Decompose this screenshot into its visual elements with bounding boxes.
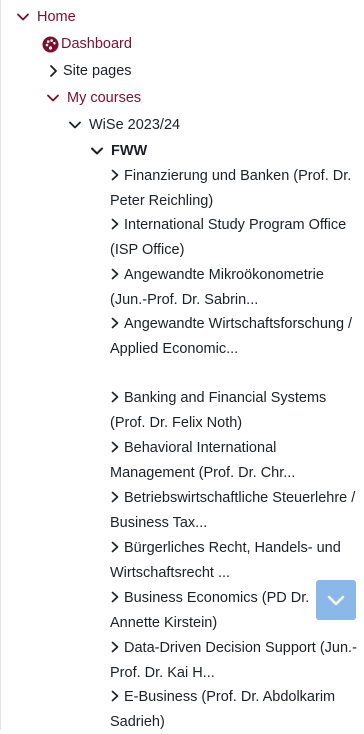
nav-site-pages[interactable]: Site pages bbox=[45, 60, 132, 82]
nav-my-courses[interactable]: My courses bbox=[45, 87, 141, 109]
chevron-right-icon bbox=[110, 317, 120, 329]
chevron-right-icon bbox=[110, 641, 120, 653]
chevron-right-icon bbox=[110, 690, 120, 702]
course-label: Data-Driven Decision Support (Jun.-Prof.… bbox=[110, 640, 357, 681]
scroll-down-icon bbox=[325, 589, 347, 611]
chevron-down-icon bbox=[67, 117, 83, 133]
nav-semester[interactable]: WiSe 2023/24 bbox=[67, 114, 180, 136]
course-item[interactable]: Finanzierung und Banken (Prof. Dr. Peter… bbox=[110, 164, 360, 213]
course-label: Angewandte Mikroökonometrie (Jun.-Prof. … bbox=[110, 267, 324, 308]
course-label: Bürgerliches Recht, Handels- und Wirtsch… bbox=[110, 540, 341, 581]
dashboard-icon bbox=[42, 36, 59, 53]
course-label: E-Business (Prof. Dr. Abdolkarim Sadrieh… bbox=[110, 689, 336, 730]
chevron-down-icon bbox=[15, 9, 31, 25]
chevron-right-icon bbox=[110, 169, 120, 181]
chevron-right-icon bbox=[110, 491, 120, 503]
nav-faculty-label: FWW bbox=[111, 143, 148, 159]
course-item[interactable]: E-Business (Prof. Dr. Abdolkarim Sadrieh… bbox=[110, 685, 360, 734]
scroll-down-button[interactable] bbox=[316, 580, 356, 620]
course-label: Business Economics (PD Dr. Annette Kirst… bbox=[110, 590, 310, 631]
course-item[interactable]: Bürgerliches Recht, Handels- und Wirtsch… bbox=[110, 536, 360, 585]
chevron-right-icon bbox=[110, 391, 120, 403]
chevron-down-icon bbox=[45, 90, 61, 106]
course-item[interactable]: Angewandte Wirtschaftsforschung / Applie… bbox=[110, 312, 360, 361]
course-item[interactable]: Behavioral International Management (Pro… bbox=[110, 436, 360, 485]
course-label: Banking and Financial Systems (Prof. Dr.… bbox=[110, 390, 327, 431]
course-label: Angewandte Wirtschaftsforschung / Applie… bbox=[110, 316, 353, 357]
nav-dashboard[interactable]: Dashboard bbox=[42, 33, 132, 55]
course-label: Betriebswirtschaftliche Steuerlehre / Bu… bbox=[110, 490, 356, 531]
course-item[interactable]: Data-Driven Decision Support (Jun.-Prof.… bbox=[110, 636, 360, 685]
course-label: International Study Program Office (ISP … bbox=[110, 217, 347, 258]
chevron-right-icon bbox=[110, 268, 120, 280]
chevron-right-icon bbox=[110, 541, 120, 553]
nav-home[interactable]: Home bbox=[15, 6, 76, 28]
chevron-right-icon bbox=[110, 591, 120, 603]
course-label: Behavioral International Management (Pro… bbox=[110, 440, 296, 481]
course-item[interactable]: Business Economics (PD Dr. Annette Kirst… bbox=[110, 586, 315, 635]
nav-home-label: Home bbox=[37, 9, 76, 25]
nav-faculty[interactable]: FWW bbox=[89, 140, 147, 162]
chevron-right-icon bbox=[110, 441, 120, 453]
nav-my-courses-label: My courses bbox=[67, 90, 142, 106]
course-item[interactable]: Angewandte Mikroökonometrie (Jun.-Prof. … bbox=[110, 263, 360, 312]
course-item[interactable]: Betriebswirtschaftliche Steuerlehre / Bu… bbox=[110, 486, 360, 535]
chevron-down-icon bbox=[89, 143, 105, 159]
course-item[interactable]: Banking and Financial Systems (Prof. Dr.… bbox=[110, 386, 360, 435]
nav-semester-label: WiSe 2023/24 bbox=[89, 117, 181, 133]
chevron-right-icon bbox=[110, 218, 120, 230]
chevron-right-icon bbox=[45, 63, 59, 79]
nav-site-pages-label: Site pages bbox=[63, 63, 132, 79]
nav-dashboard-label: Dashboard bbox=[61, 36, 132, 52]
course-label: Finanzierung und Banken (Prof. Dr. Peter… bbox=[110, 168, 352, 209]
course-item[interactable]: International Study Program Office (ISP … bbox=[110, 213, 360, 262]
navigation-tree: Home Dashboard Site pages My courses WiS… bbox=[0, 0, 364, 730]
